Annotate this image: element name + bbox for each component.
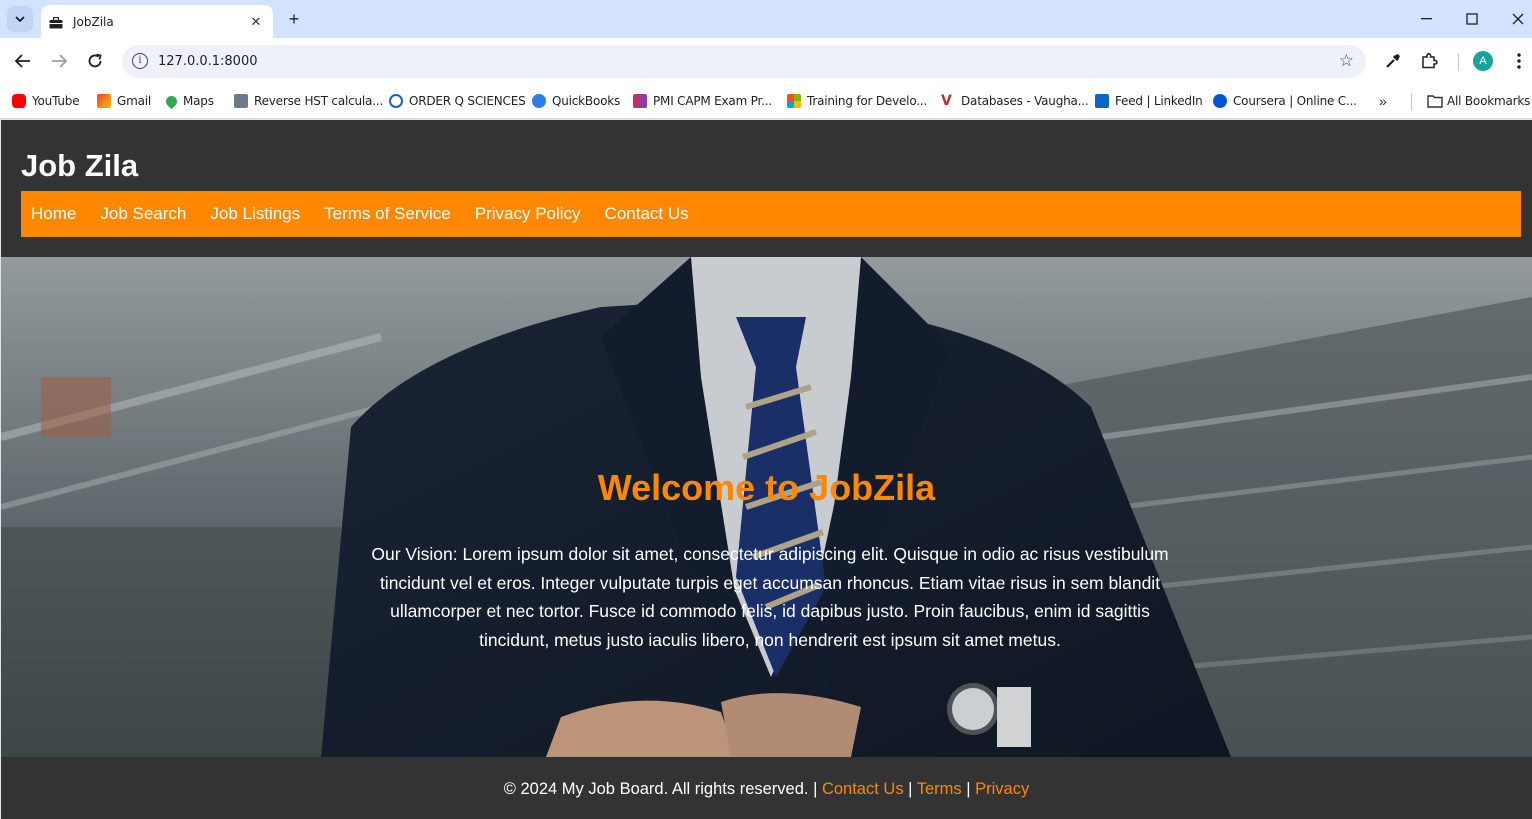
gmail-icon — [97, 94, 111, 108]
maps-pin-icon — [163, 93, 180, 109]
bookmark-label: QuickBooks — [552, 94, 621, 108]
bookmark-label: Gmail — [117, 94, 152, 108]
bookmark-label: ORDER Q SCIENCES — [409, 94, 526, 108]
calculator-icon — [234, 94, 248, 108]
bookmark-label: Feed | LinkedIn — [1115, 94, 1203, 108]
bookmark-label: Maps — [183, 94, 214, 108]
bookmark-label: PMI CAPM Exam Pr... — [653, 94, 772, 108]
footer-separator: | — [961, 780, 976, 798]
address-bar[interactable]: i 127.0.0.1:8000 ☆ — [122, 45, 1366, 78]
footer-separator: | — [903, 780, 917, 798]
youtube-icon — [12, 94, 26, 108]
bookmarks-bar: YouTube Gmail Maps Reverse HST calcula..… — [0, 85, 1532, 119]
pmi-icon — [633, 94, 647, 108]
bookmark-reverse-hst[interactable]: Reverse HST calcula... — [234, 91, 383, 111]
bookmark-label: Coursera | Online C... — [1233, 94, 1357, 108]
nav-home[interactable]: Home — [31, 204, 76, 224]
browser-tab[interactable]: JobZila ✕ — [41, 5, 273, 39]
hero-heading: Welcome to JobZila — [597, 467, 936, 508]
site-title: Job Zila — [21, 148, 139, 183]
bookmark-gmail[interactable]: Gmail — [97, 91, 151, 111]
q-logo-icon — [389, 94, 403, 108]
briefcase-icon — [49, 16, 63, 29]
nav-job-search[interactable]: Job Search — [100, 204, 186, 224]
url-text[interactable]: 127.0.0.1:8000 — [158, 54, 258, 69]
minimize-icon[interactable] — [1416, 8, 1438, 30]
bookmark-quickbooks[interactable]: QuickBooks — [532, 91, 620, 111]
more-bookmarks-chevron-icon[interactable]: » — [1379, 93, 1387, 109]
nav-job-listings[interactable]: Job Listings — [210, 204, 300, 224]
footer-contact-link[interactable]: Contact Us — [822, 780, 904, 798]
footer-separator: | — [808, 780, 822, 798]
profile-avatar[interactable]: A — [1473, 51, 1493, 71]
microsoft-icon — [787, 94, 801, 108]
web-page: Job Zila Home Job Search Job Listings Te… — [1, 120, 1532, 819]
bookmark-label: Training for Develo... — [807, 94, 928, 108]
forward-arrow-icon[interactable] — [48, 50, 70, 72]
bookmark-coursera[interactable]: Coursera | Online C... — [1213, 91, 1357, 111]
toolbar-divider — [1458, 53, 1459, 71]
back-arrow-icon[interactable] — [12, 50, 34, 72]
nav-terms-of-service[interactable]: Terms of Service — [324, 204, 451, 224]
site-info-icon[interactable]: i — [132, 53, 148, 69]
hero-section: Welcome to JobZila Our Vision: Lorem ips… — [1, 257, 1532, 757]
linkedin-icon — [1095, 94, 1109, 108]
all-bookmarks[interactable]: All Bookmarks — [1427, 91, 1530, 111]
reload-icon[interactable] — [84, 50, 106, 72]
folder-icon — [1427, 94, 1443, 108]
browser-tab-bar: JobZila ✕ + — [0, 0, 1532, 39]
new-tab-icon[interactable]: + — [283, 8, 305, 30]
footer-privacy-link[interactable]: Privacy — [975, 780, 1029, 798]
site-footer: © 2024 My Job Board. All rights reserved… — [1, 757, 1532, 819]
more-menu-icon[interactable] — [1508, 50, 1530, 72]
bookmark-databases[interactable]: V Databases - Vaugha... — [941, 91, 1089, 111]
nav-contact-us[interactable]: Contact Us — [605, 204, 689, 224]
bookmark-youtube[interactable]: YouTube — [12, 91, 80, 111]
eyedropper-icon[interactable] — [1382, 50, 1404, 72]
bookmarks-divider — [1411, 93, 1412, 111]
maximize-icon[interactable] — [1461, 8, 1483, 30]
bookmark-training[interactable]: Training for Develo... — [787, 91, 927, 111]
bookmark-order-q-sciences[interactable]: ORDER Q SCIENCES — [389, 91, 526, 111]
footer-terms-link[interactable]: Terms — [917, 780, 962, 798]
extensions-puzzle-icon[interactable] — [1418, 50, 1440, 72]
footer-copyright: © 2024 My Job Board. All rights reserved… — [503, 780, 809, 798]
close-tab-icon[interactable]: ✕ — [247, 14, 265, 30]
coursera-icon — [1213, 94, 1227, 108]
v-logo-icon: V — [941, 93, 952, 109]
close-window-icon[interactable] — [1507, 8, 1529, 30]
bookmark-maps[interactable]: Maps — [163, 91, 214, 111]
browser-toolbar: i 127.0.0.1:8000 ☆ A — [0, 38, 1532, 85]
bookmark-label: Reverse HST calcula... — [254, 94, 384, 108]
nav-privacy-policy[interactable]: Privacy Policy — [475, 204, 581, 224]
bookmark-linkedin[interactable]: Feed | LinkedIn — [1095, 91, 1203, 111]
tab-search-chevron-icon[interactable] — [7, 6, 33, 32]
main-nav: Home Job Search Job Listings Terms of Se… — [21, 191, 1521, 237]
all-bookmarks-label: All Bookmarks — [1447, 94, 1531, 108]
bookmark-pmi-capm[interactable]: PMI CAPM Exam Pr... — [633, 91, 772, 111]
tab-title: JobZila — [73, 15, 114, 29]
hero-vision-text: Our Vision: Lorem ipsum dolor sit amet, … — [371, 544, 1169, 651]
bookmark-star-icon[interactable]: ☆ — [1339, 51, 1354, 71]
bookmark-label: YouTube — [32, 94, 80, 108]
quickbooks-icon — [532, 94, 546, 108]
bookmark-label: Databases - Vaugha... — [961, 94, 1089, 108]
